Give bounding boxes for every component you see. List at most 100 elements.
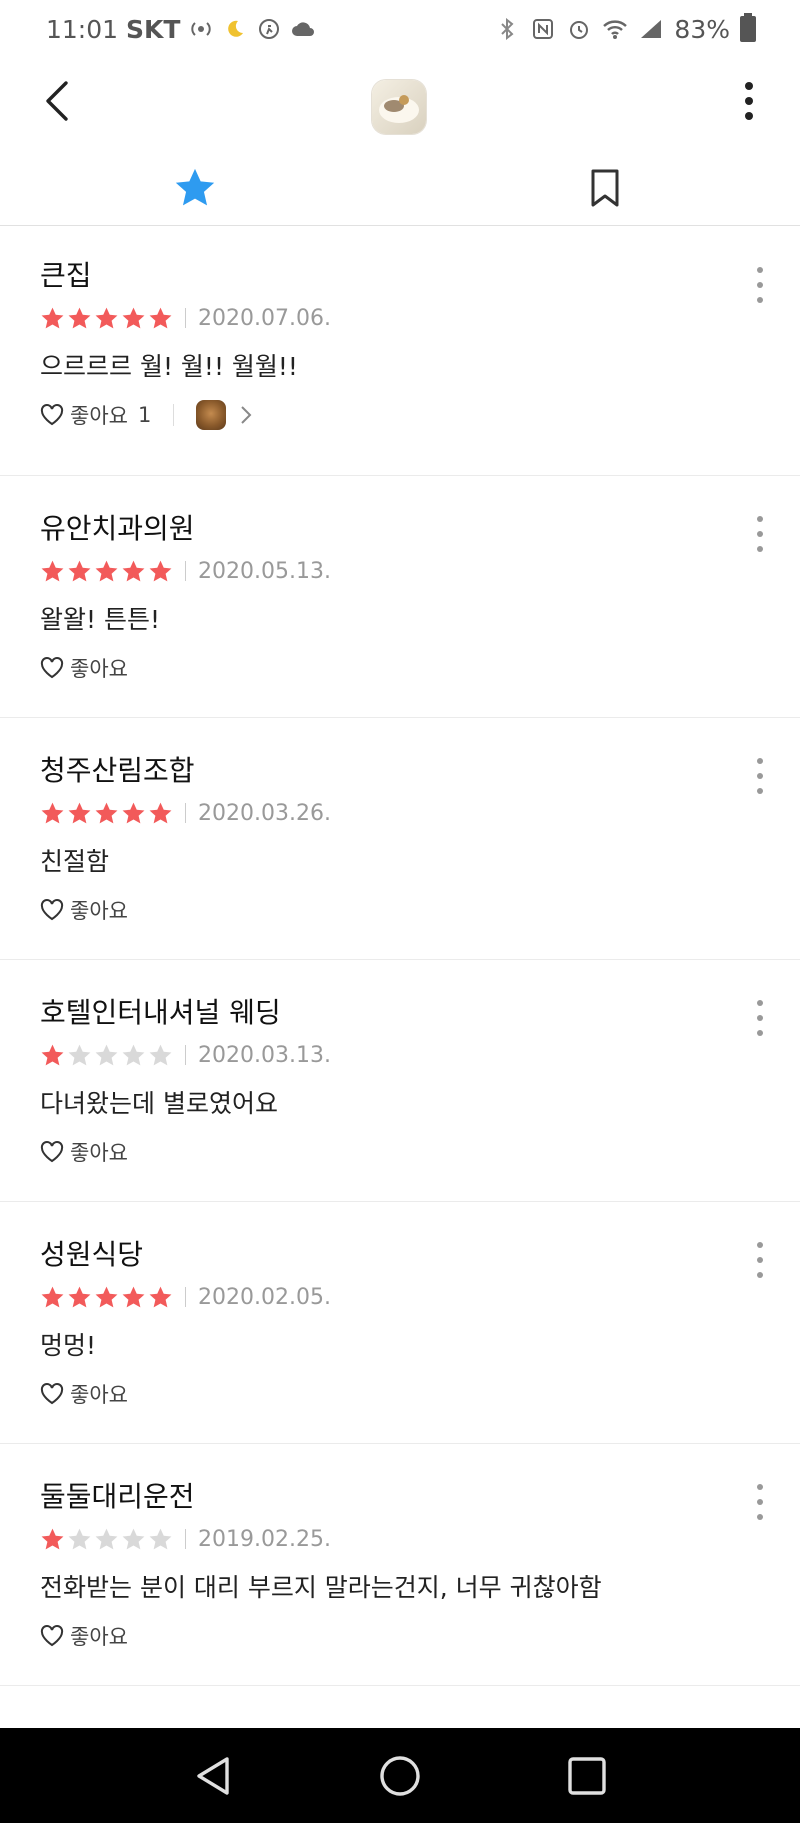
review-date: 2019.02.25.: [198, 1526, 331, 1552]
star-filled-icon: [95, 307, 118, 328]
tab-bar: [0, 150, 800, 226]
review-item[interactable]: 큰집 2020.07.06. 으르르르 월! 월!! 월월!! 좋아요 1: [0, 227, 800, 476]
star-rating: [40, 1527, 173, 1552]
status-time: 11:01: [46, 14, 119, 44]
review-place-name[interactable]: 유안치과의원: [40, 510, 760, 548]
star-empty-icon: [122, 1044, 145, 1065]
star-filled-icon: [122, 1286, 145, 1307]
like-label: 좋아요: [70, 1625, 128, 1649]
star-empty-icon: [149, 1528, 172, 1549]
review-item[interactable]: 성원식당 2020.02.05. 멍멍! 좋아요: [0, 1202, 800, 1444]
tab-saved[interactable]: [400, 150, 800, 226]
divider: [185, 308, 186, 328]
photo-thumbnail[interactable]: [196, 400, 227, 430]
star-rating: [40, 1285, 173, 1310]
review-more-button[interactable]: [750, 758, 770, 794]
review-date: 2020.07.06.: [198, 305, 331, 331]
review-place-name[interactable]: 둘둘대리운전: [40, 1478, 760, 1516]
review-actions: 좋아요: [40, 652, 760, 684]
review-list: 큰집 2020.07.06. 으르르르 월! 월!! 월월!! 좋아요 1 유안…: [0, 227, 800, 1686]
review-item[interactable]: 둘둘대리운전 2019.02.25. 전화받는 분이 대리 부르지 말라는건지,…: [0, 1444, 800, 1686]
star-icon: [175, 168, 215, 206]
review-meta: 2020.03.26.: [40, 796, 760, 830]
star-filled-icon: [68, 1286, 91, 1307]
review-place-name[interactable]: 큰집: [40, 257, 760, 295]
review-meta: 2020.05.13.: [40, 554, 760, 588]
star-filled-icon: [149, 560, 172, 581]
review-date: 2020.03.13.: [198, 1042, 331, 1068]
star-rating: [40, 1043, 173, 1068]
review-meta: 2020.07.06.: [40, 301, 760, 335]
review-place-name[interactable]: 성원식당: [40, 1236, 760, 1274]
star-empty-icon: [95, 1044, 118, 1065]
triangle-back-icon: [197, 1756, 230, 1795]
hotspot-icon: [188, 16, 214, 42]
star-filled-icon: [149, 802, 172, 823]
review-more-button[interactable]: [750, 1000, 770, 1036]
like-label: 좋아요: [70, 404, 128, 428]
review-text: 친절함: [40, 847, 110, 876]
nav-recents-button[interactable]: [557, 1746, 617, 1806]
star-filled-icon: [95, 560, 118, 581]
like-button[interactable]: 좋아요: [40, 1379, 128, 1409]
review-meta: 2020.03.13.: [40, 1038, 760, 1072]
chevron-right-icon[interactable]: [240, 405, 252, 425]
review-more-button[interactable]: [750, 516, 770, 552]
profile-avatar[interactable]: [372, 80, 426, 134]
review-text: 왈왈! 튼튼!: [40, 605, 160, 634]
like-label: 좋아요: [70, 899, 128, 923]
like-label: 좋아요: [70, 1383, 128, 1407]
like-button[interactable]: 좋아요: [40, 895, 128, 925]
star-filled-icon: [149, 1286, 172, 1307]
like-button[interactable]: 좋아요 1: [40, 400, 151, 430]
star-empty-icon: [68, 1528, 91, 1549]
nav-home-button[interactable]: [370, 1746, 430, 1806]
star-filled-icon: [95, 802, 118, 823]
divider: [185, 1529, 186, 1549]
star-filled-icon: [41, 1286, 64, 1307]
review-item[interactable]: 호텔인터내셔널 웨딩 2020.03.13. 다녀왔는데 별로였어요 좋아요: [0, 960, 800, 1202]
heart-outline-icon: [40, 899, 64, 921]
star-filled-icon: [95, 1286, 118, 1307]
review-actions: 좋아요: [40, 1620, 760, 1652]
like-button[interactable]: 좋아요: [40, 1621, 128, 1651]
heart-outline-icon: [40, 657, 64, 679]
battery-percent: 83%: [674, 14, 730, 44]
review-place-name[interactable]: 호텔인터내셔널 웨딩: [40, 994, 760, 1032]
cloud-icon: [290, 16, 316, 42]
heart-outline-icon: [40, 1625, 64, 1647]
back-button[interactable]: [32, 76, 82, 126]
review-more-button[interactable]: [750, 1242, 770, 1278]
chevron-left-icon: [46, 81, 68, 121]
review-text: 으르르르 월! 월!! 월월!!: [40, 352, 298, 381]
star-filled-icon: [41, 560, 64, 581]
divider: [185, 561, 186, 581]
review-date: 2020.03.26.: [198, 800, 331, 826]
star-filled-icon: [68, 307, 91, 328]
walking-icon: [256, 16, 282, 42]
review-text: 전화받는 분이 대리 부르지 말라는건지, 너무 귀찮아함: [40, 1573, 602, 1602]
review-place-name[interactable]: 청주산림조합: [40, 752, 760, 790]
review-actions: 좋아요: [40, 1378, 760, 1410]
review-item[interactable]: 유안치과의원 2020.05.13. 왈왈! 튼튼! 좋아요: [0, 476, 800, 718]
review-more-button[interactable]: [750, 267, 770, 303]
like-label: 좋아요: [70, 657, 128, 681]
review-more-button[interactable]: [750, 1484, 770, 1520]
review-date: 2020.02.05.: [198, 1284, 331, 1310]
heart-outline-icon: [40, 404, 64, 426]
more-vertical-icon: [745, 82, 753, 120]
review-actions: 좋아요 1: [40, 399, 760, 431]
tab-reviews[interactable]: [0, 150, 400, 226]
review-text: 다녀왔는데 별로였어요: [40, 1089, 278, 1118]
more-options-button[interactable]: [726, 76, 772, 126]
review-item[interactable]: 청주산림조합 2020.03.26. 친절함 좋아요: [0, 718, 800, 960]
square-recents-icon: [567, 1756, 606, 1795]
star-filled-icon: [68, 560, 91, 581]
like-button[interactable]: 좋아요: [40, 653, 128, 683]
like-button[interactable]: 좋아요: [40, 1137, 128, 1167]
nav-back-button[interactable]: [183, 1746, 243, 1806]
wifi-icon: [602, 16, 628, 42]
heart-outline-icon: [40, 1141, 64, 1163]
signal-icon: [638, 16, 664, 42]
review-text: 멍멍!: [40, 1331, 97, 1360]
